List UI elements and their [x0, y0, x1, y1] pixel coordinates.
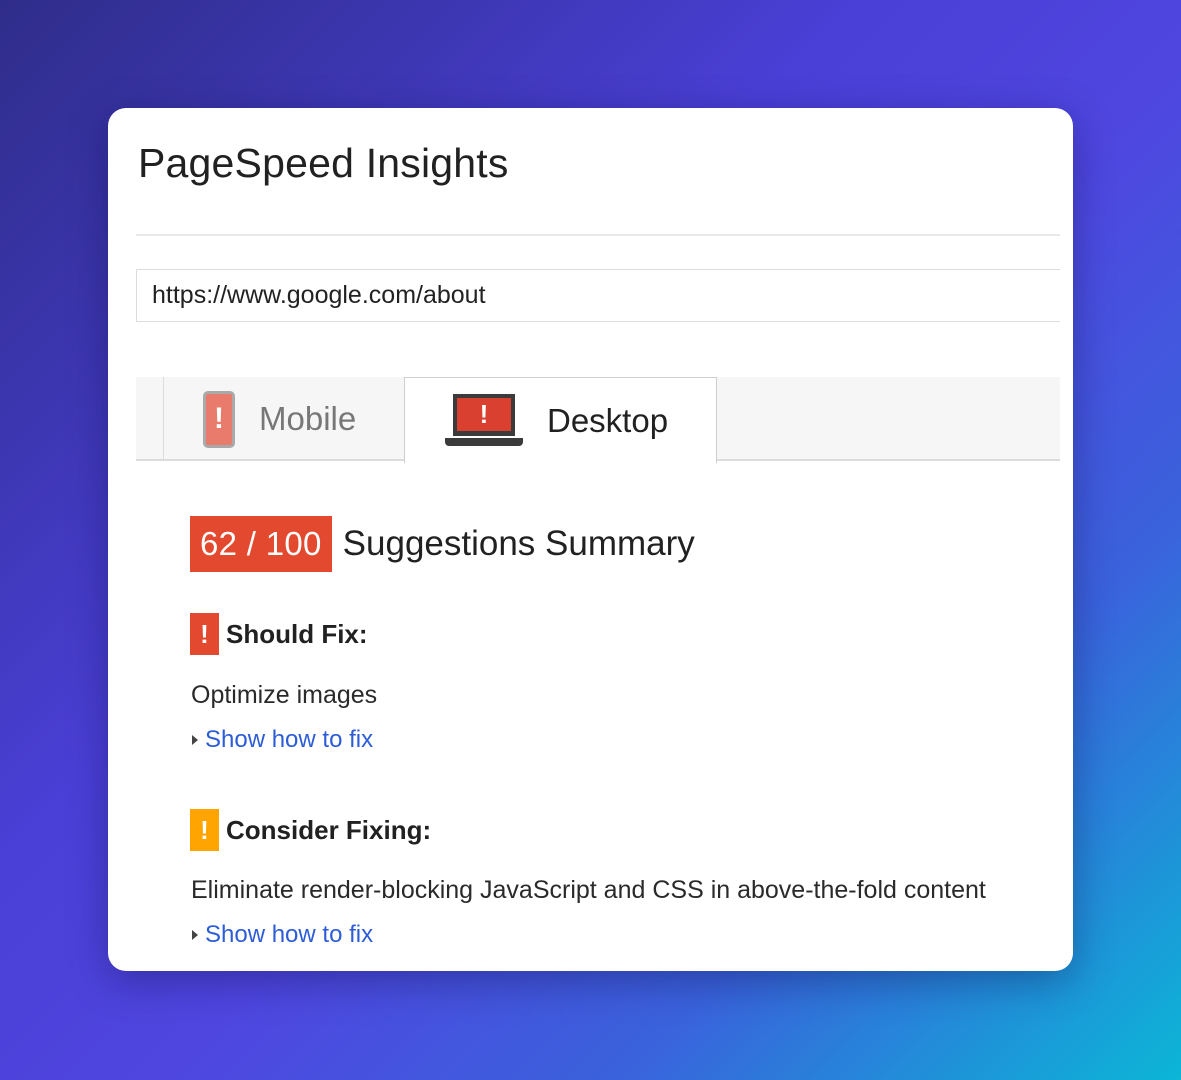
show-how-label: Show how to fix — [205, 726, 374, 753]
tab-desktop[interactable]: ! Desktop — [404, 377, 717, 463]
consider-fixing-label: Consider Fixing: — [226, 814, 432, 845]
laptop-warning-icon: ! — [445, 393, 523, 448]
consider-fixing-rule: Eliminate render-blocking JavaScript and… — [191, 876, 986, 904]
score-row: 62 / 100 Suggestions Summary — [190, 516, 695, 572]
consider-fixing-show-how-link[interactable]: Show how to fix — [192, 921, 373, 949]
should-fix-rule: Optimize images — [191, 681, 378, 709]
device-tabs: ! Mobile ! Desktop — [136, 377, 1060, 463]
expand-triangle-icon — [192, 930, 198, 940]
should-fix-alert-icon: ! — [190, 613, 219, 655]
summary-title: Suggestions Summary — [342, 524, 695, 563]
title-divider — [136, 234, 1060, 236]
should-fix-show-how-link[interactable]: Show how to fix — [192, 726, 373, 754]
tab-desktop-label: Desktop — [547, 401, 669, 439]
score-badge: 62 / 100 — [190, 516, 332, 572]
pagespeed-card: PageSpeed Insights ! Mobile ! Desktop 62… — [108, 108, 1073, 971]
expand-triangle-icon — [192, 735, 198, 745]
laptop-base — [445, 437, 523, 446]
consider-fixing-alert-icon: ! — [190, 809, 219, 851]
should-fix-label: Should Fix: — [226, 618, 368, 649]
page-title: PageSpeed Insights — [138, 140, 509, 186]
tab-mobile-label: Mobile — [259, 400, 357, 437]
should-fix-heading: ! Should Fix: — [190, 613, 368, 655]
laptop-screen: ! — [453, 393, 515, 436]
consider-fixing-heading: ! Consider Fixing: — [190, 809, 431, 851]
tab-mobile[interactable]: ! Mobile — [163, 377, 405, 461]
show-how-label: Show how to fix — [205, 921, 374, 948]
mobile-warning-icon: ! — [203, 390, 235, 448]
url-input[interactable] — [136, 269, 1060, 322]
